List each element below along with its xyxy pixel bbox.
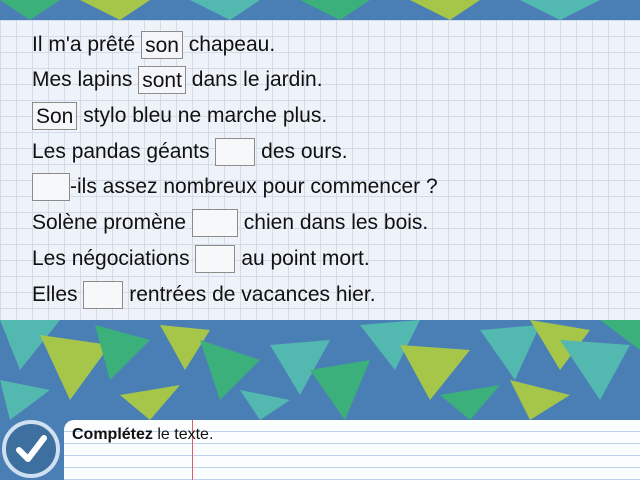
sentence-text: chapeau. <box>188 33 276 56</box>
instruction-panel: Complétez le texte. <box>64 420 640 480</box>
answer-slot-6[interactable] <box>191 209 238 238</box>
sentence-text: dans le jardin. <box>191 68 323 91</box>
instruction-text: Complétez le texte. <box>72 426 213 444</box>
sentence-text: chien dans les bois. <box>243 211 429 234</box>
sentence-text: des ours. <box>261 140 348 163</box>
answer-slot-7[interactable] <box>195 245 236 274</box>
sentence-5: -ils assez nombreux pour commencer ? <box>32 172 438 202</box>
answer-slot-1[interactable]: son <box>141 31 183 60</box>
sentence-text: Il m'a prêté <box>32 33 136 56</box>
sentence-text: Les pandas géants <box>32 140 210 163</box>
sentence-text: rentrées de vacances hier. <box>129 283 376 306</box>
sentence-text: stylo bleu ne marche plus. <box>83 104 328 127</box>
answer-slot-3[interactable]: Son <box>32 102 78 131</box>
sentence-text: Les négociations <box>32 247 190 270</box>
sentence-2: Mes lapins sont dans le jardin. <box>32 65 323 95</box>
sentence-text: Mes lapins <box>32 68 133 91</box>
sentence-3: Son stylo bleu ne marche plus. <box>32 101 327 131</box>
instruction-bold: Complétez <box>72 426 153 443</box>
sentence-text: -ils assez nombreux pour commencer ? <box>70 175 438 198</box>
sentence-8: Elles rentrées de vacances hier. <box>32 280 376 310</box>
answer-slot-5[interactable] <box>32 173 70 202</box>
sentence-text: Solène promène <box>32 211 187 234</box>
sentence-4: Les pandas géants des ours. <box>32 137 348 167</box>
sentence-text: au point mort. <box>241 247 370 270</box>
sentence-6: Solène promène chien dans les bois. <box>32 208 428 238</box>
sentence-1: Il m'a prêté son chapeau. <box>32 30 275 60</box>
exercise-panel: Il m'a prêté son chapeau. Mes lapins son… <box>0 20 640 320</box>
validate-button[interactable] <box>2 420 60 478</box>
instruction-rest: le texte. <box>152 426 214 443</box>
sentence-text: Elles <box>32 283 78 306</box>
answer-slot-8[interactable] <box>83 281 124 310</box>
answer-slot-2[interactable]: sont <box>138 66 186 95</box>
check-icon <box>16 435 47 462</box>
sentence-7: Les négociations au point mort. <box>32 244 370 274</box>
answer-slot-4[interactable] <box>215 138 256 167</box>
